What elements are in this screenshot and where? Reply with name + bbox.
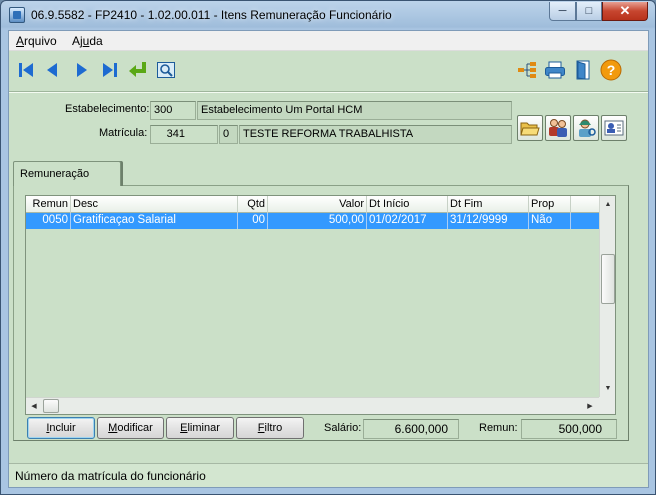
cell-qtd: 00	[238, 213, 268, 229]
cell-dt-inicio: 01/02/2017	[367, 213, 448, 229]
people-icon	[549, 119, 567, 137]
person-search-icon	[579, 119, 596, 137]
scroll-left-arrow-icon[interactable]: ◀	[26, 398, 42, 414]
column-header-valor[interactable]: Valor	[268, 196, 367, 213]
previous-record-button[interactable]	[41, 58, 63, 82]
estabelecimento-label: Estabelecimento:	[65, 103, 150, 115]
open-folder-icon	[520, 122, 540, 136]
app-icon	[9, 7, 25, 23]
column-header-desc[interactable]: Desc	[71, 196, 238, 213]
scroll-right-arrow-icon[interactable]: ▶	[582, 398, 598, 414]
next-record-button[interactable]	[71, 58, 93, 82]
help-icon: ?	[600, 59, 622, 81]
tree-button[interactable]	[516, 58, 538, 82]
menu-ajuda-pre: Aj	[72, 34, 83, 48]
column-header-dt-fim[interactable]: Dt Fim	[448, 196, 529, 213]
table-row[interactable]: 0050 Gratificaçao Salarial 00 500,00 01/…	[26, 213, 599, 229]
window-title: 06.9.5582 - FP2410 - 1.02.00.011 - Itens…	[31, 8, 392, 22]
people-button[interactable]	[545, 115, 571, 141]
cell-dt-fim: 31/12/9999	[448, 213, 529, 229]
matricula-label: Matrícula:	[99, 127, 148, 139]
salario-label: Salário:	[324, 422, 362, 434]
return-icon	[129, 62, 146, 77]
print-button[interactable]	[544, 58, 566, 82]
modificar-button[interactable]: Modificar	[97, 417, 164, 439]
incluir-post: ncluir	[49, 422, 76, 434]
last-record-button[interactable]	[99, 58, 121, 82]
application-window: 06.9.5582 - FP2410 - 1.02.00.011 - Itens…	[0, 0, 656, 495]
remun-total-label: Remun:	[479, 422, 518, 434]
filtro-post: iltro	[264, 422, 283, 434]
exit-door-icon	[576, 60, 590, 80]
person-search-button[interactable]	[573, 115, 599, 141]
return-button[interactable]	[127, 58, 149, 82]
person-card-button[interactable]	[601, 115, 627, 141]
estabelecimento-code-field[interactable]: 300	[150, 101, 196, 120]
status-bar: Número da matrícula do funcionário	[9, 463, 648, 487]
scroll-up-arrow-icon[interactable]: ▲	[600, 196, 615, 212]
modificar-post: odificar	[117, 422, 153, 434]
matricula-name-field: TESTE REFORMA TRABALHISTA	[239, 125, 512, 144]
first-record-icon	[19, 63, 33, 77]
toolbar: ?	[9, 52, 648, 90]
previous-record-icon	[47, 63, 57, 77]
minimize-button[interactable]: ─	[549, 2, 576, 21]
scroll-down-arrow-icon[interactable]: ▼	[600, 380, 615, 396]
cell-valor: 500,00	[268, 213, 367, 229]
person-card-icon	[604, 120, 624, 136]
menu-ajuda[interactable]: Ajuda	[72, 34, 103, 48]
incluir-button[interactable]: Incluir	[27, 417, 95, 439]
cell-desc: Gratificaçao Salarial	[71, 213, 238, 229]
cell-remun: 0050	[26, 213, 71, 229]
remuneration-grid[interactable]: Remun Desc Qtd Valor Dt Início Dt Fim Pr…	[25, 195, 616, 415]
vertical-scrollbar[interactable]: ▲ ▼	[599, 196, 615, 397]
last-record-icon	[103, 63, 117, 77]
column-header-dt-inicio[interactable]: Dt Início	[367, 196, 448, 213]
menu-bar: Arquivo Ajuda	[9, 31, 648, 51]
maximize-button[interactable]: □	[576, 2, 602, 21]
svg-text:?: ?	[607, 62, 616, 78]
column-header-prop[interactable]: Prop	[529, 196, 571, 213]
eliminar-button[interactable]: Eliminar	[166, 417, 234, 439]
scroll-corner	[599, 397, 615, 414]
next-record-icon	[77, 63, 87, 77]
matricula-digit-field: 0	[219, 125, 238, 144]
menu-arquivo-accelerator: A	[16, 34, 25, 48]
tab-remuneracao[interactable]: Remuneração	[13, 161, 121, 186]
horizontal-scrollbar[interactable]: ◀ ▶	[26, 397, 599, 414]
help-button[interactable]: ?	[600, 58, 622, 82]
first-record-button[interactable]	[15, 58, 37, 82]
tree-icon	[518, 62, 536, 78]
print-icon	[545, 61, 565, 79]
estabelecimento-name-field: Estabelecimento Um Portal HCM	[197, 101, 512, 120]
title-bar[interactable]: 06.9.5582 - FP2410 - 1.02.00.011 - Itens…	[1, 1, 655, 29]
zoom-button[interactable]	[155, 58, 177, 82]
column-header-qtd[interactable]: Qtd	[238, 196, 268, 213]
filtro-button[interactable]: Filtro	[236, 417, 304, 439]
salario-value-field: 6.600,000	[363, 419, 459, 439]
horizontal-scroll-thumb[interactable]	[43, 399, 59, 413]
modificar-accelerator: M	[108, 422, 118, 434]
close-button[interactable]: ✕	[602, 2, 648, 21]
eliminar-post: liminar	[187, 422, 220, 434]
matricula-number-field[interactable]: 341	[150, 125, 218, 144]
remun-total-value-field: 500,000	[521, 419, 617, 439]
menu-ajuda-post: da	[89, 34, 103, 48]
vertical-scroll-thumb[interactable]	[601, 254, 615, 304]
column-header-remun[interactable]: Remun	[26, 196, 71, 213]
tab-remuneracao-label: Remuneração	[20, 168, 90, 180]
zoom-icon	[157, 62, 175, 78]
menu-arquivo[interactable]: Arquivo	[16, 34, 57, 48]
client-area: Arquivo Ajuda ? Estabelecimento: 300 Est…	[8, 30, 649, 488]
menu-arquivo-post: rquivo	[24, 34, 57, 48]
toolbar-separator	[9, 91, 648, 93]
exit-button[interactable]	[572, 58, 594, 82]
cell-prop: Não	[529, 213, 571, 229]
status-text: Número da matrícula do funcionário	[15, 469, 206, 483]
grid-header: Remun Desc Qtd Valor Dt Início Dt Fim Pr…	[26, 196, 599, 213]
open-folder-button[interactable]	[517, 115, 543, 141]
filtro-accelerator: F	[257, 422, 265, 434]
